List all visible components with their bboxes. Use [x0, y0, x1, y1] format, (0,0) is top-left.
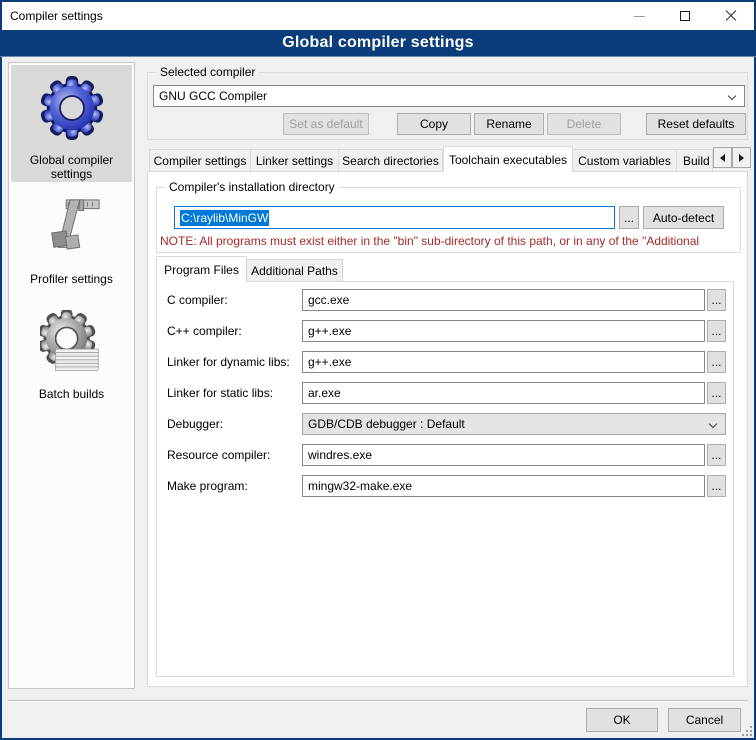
debugger-select[interactable]: GDB/CDB debugger : Default [302, 413, 726, 435]
tab-linker-settings[interactable]: Linker settings [251, 149, 339, 172]
dynamic-linker-value: g++.exe [308, 355, 351, 369]
c-compiler-input[interactable]: gcc.exe [302, 289, 705, 311]
make-program-input[interactable]: mingw32-make.exe [302, 475, 705, 497]
static-linker-browse-button[interactable]: ... [707, 382, 726, 404]
installation-directory-value: C:\raylib\MinGW [180, 210, 269, 226]
arrow-right-icon [739, 154, 744, 162]
sidebar-item-label: Profiler settings [11, 270, 132, 286]
tab-scroll-right-button[interactable] [732, 147, 751, 168]
debugger-label: Debugger: [167, 417, 223, 431]
cpp-compiler-value: g++.exe [308, 324, 351, 338]
minimize-button[interactable] [616, 2, 662, 30]
maximize-button[interactable] [662, 2, 708, 30]
tab-build-options-truncated[interactable]: Build [677, 149, 713, 172]
dynamic-linker-browse-button[interactable]: ... [707, 351, 726, 373]
minimize-icon [634, 16, 645, 17]
sidebar-item-profiler-settings[interactable]: Profiler settings [11, 186, 132, 297]
installation-directory-group: Compiler's installation directory C:\ray… [156, 187, 741, 253]
blue-gear-icon [11, 65, 132, 151]
program-subtabs: Program Files Additional Paths [156, 256, 343, 282]
make-program-value: mingw32-make.exe [308, 479, 412, 493]
compiler-settings-dialog: Compiler settings Global compiler settin… [0, 0, 756, 740]
compiler-select-value: GNU GCC Compiler [159, 89, 267, 103]
window-title: Compiler settings [2, 9, 103, 23]
chevron-down-icon [709, 420, 717, 428]
ok-button[interactable]: OK [586, 708, 658, 732]
auto-detect-button[interactable]: Auto-detect [643, 206, 724, 229]
rename-button[interactable]: Rename [474, 113, 544, 135]
resource-compiler-label: Resource compiler: [167, 448, 270, 462]
copy-button[interactable]: Copy [397, 113, 471, 135]
program-files-page: C compiler: gcc.exe ... C++ compiler: g+… [156, 281, 734, 677]
installation-directory-input[interactable]: C:\raylib\MinGW [174, 206, 615, 229]
cpp-compiler-label: C++ compiler: [167, 324, 242, 338]
footer-separator [8, 700, 748, 702]
tab-toolchain-executables[interactable]: Toolchain executables [443, 146, 573, 172]
tab-compiler-settings[interactable]: Compiler settings [149, 149, 251, 172]
header-band: Global compiler settings [0, 30, 756, 57]
static-linker-value: ar.exe [308, 386, 341, 400]
resource-compiler-browse-button[interactable]: ... [707, 444, 726, 466]
gray-gear-stack-icon [11, 299, 132, 385]
make-program-label: Make program: [167, 479, 248, 493]
tab-scroll-left-button[interactable] [713, 147, 732, 168]
close-icon [725, 10, 737, 22]
tab-search-directories[interactable]: Search directories [339, 149, 443, 172]
c-compiler-browse-button[interactable]: ... [707, 289, 726, 311]
close-button[interactable] [708, 2, 754, 30]
sidebar-item-label: Global compiler settings [11, 151, 132, 181]
installation-directory-browse-button[interactable]: ... [619, 206, 639, 229]
chevron-down-icon [728, 92, 736, 100]
selected-compiler-group: Selected compiler GNU GCC Compiler Set a… [147, 72, 748, 140]
dynamic-linker-label: Linker for dynamic libs: [167, 355, 290, 369]
static-linker-input[interactable]: ar.exe [302, 382, 705, 404]
c-compiler-value: gcc.exe [308, 293, 349, 307]
selected-compiler-group-label: Selected compiler [156, 65, 259, 79]
reset-defaults-button[interactable]: Reset defaults [646, 113, 746, 135]
settings-category-list: Global compiler settings Profiler settin… [8, 62, 135, 689]
sidebar-item-global-compiler-settings[interactable]: Global compiler settings [11, 65, 132, 182]
maximize-icon [680, 11, 690, 21]
sidebar-item-label: Batch builds [11, 385, 132, 401]
sidebar-item-batch-builds[interactable]: Batch builds [11, 299, 132, 412]
compiler-select[interactable]: GNU GCC Compiler [153, 85, 745, 107]
toolchain-executables-page: Compiler's installation directory C:\ray… [147, 171, 748, 687]
arrow-left-icon [720, 154, 725, 162]
page-title: Global compiler settings [282, 34, 474, 52]
dynamic-linker-input[interactable]: g++.exe [302, 351, 705, 373]
delete-button[interactable]: Delete [547, 113, 621, 135]
subtab-additional-paths[interactable]: Additional Paths [247, 259, 343, 282]
cancel-button[interactable]: Cancel [668, 708, 741, 732]
static-linker-label: Linker for static libs: [167, 386, 273, 400]
resize-grip[interactable] [742, 726, 752, 736]
c-compiler-label: C compiler: [167, 293, 228, 307]
subtab-program-files[interactable]: Program Files [156, 256, 247, 282]
resource-compiler-input[interactable]: windres.exe [302, 444, 705, 466]
set-as-default-button[interactable]: Set as default [283, 113, 369, 135]
titlebar[interactable]: Compiler settings [2, 2, 754, 30]
compiler-tabs: Compiler settings Linker settings Search… [149, 146, 713, 172]
cpp-compiler-input[interactable]: g++.exe [302, 320, 705, 342]
cpp-compiler-browse-button[interactable]: ... [707, 320, 726, 342]
installation-directory-group-label: Compiler's installation directory [165, 180, 339, 194]
make-program-browse-button[interactable]: ... [707, 475, 726, 497]
caliper-icon [11, 186, 132, 270]
tab-custom-variables[interactable]: Custom variables [573, 149, 677, 172]
installation-directory-note: NOTE: All programs must exist either in … [160, 234, 738, 248]
resource-compiler-value: windres.exe [308, 448, 372, 462]
debugger-value: GDB/CDB debugger : Default [308, 417, 465, 431]
